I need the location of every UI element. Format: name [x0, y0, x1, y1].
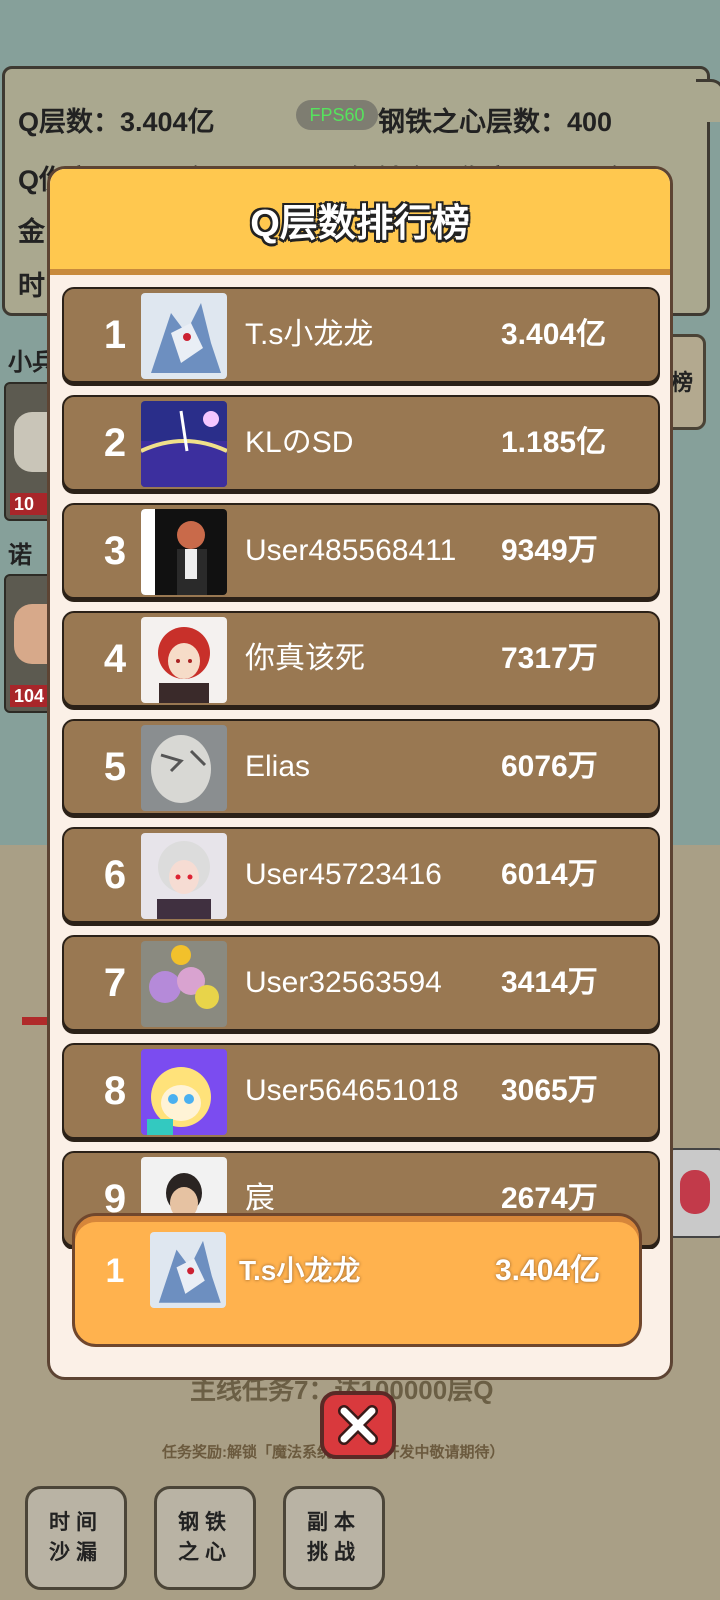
- player-name: User32563594: [245, 966, 442, 999]
- unit-label-2: 诺: [8, 542, 32, 569]
- my-player-name: T.s小龙龙: [239, 1255, 361, 1286]
- rank-number: 2: [103, 421, 127, 465]
- player-score: 9349万: [501, 534, 598, 567]
- leaderboard-row[interactable]: 4 你真该死 7317万: [62, 611, 660, 707]
- player-score: 3414万: [501, 966, 598, 999]
- rank-number: 5: [103, 745, 127, 789]
- my-player-score: 3.404亿: [495, 1254, 601, 1287]
- hourglass-button[interactable]: 时间 沙漏: [25, 1486, 127, 1590]
- my-rank-number: 1: [105, 1252, 125, 1290]
- leaderboard-row[interactable]: 1 T.s小龙龙 3.404亿: [62, 287, 660, 383]
- player-name: User564651018: [245, 1074, 459, 1107]
- avatar: [141, 941, 227, 1027]
- rank-number: 1: [103, 313, 127, 357]
- rank-number: 6: [103, 853, 127, 897]
- player-score: 3.404亿: [501, 318, 607, 351]
- unit-portrait-icon: [14, 412, 50, 472]
- player-score: 1.185亿: [501, 426, 607, 459]
- avatar: [141, 509, 227, 595]
- avatar: [141, 725, 227, 811]
- rank-number: 8: [103, 1069, 127, 1113]
- avatar: [141, 401, 227, 487]
- player-score: 6014万: [501, 858, 598, 891]
- q-layers-stat: Q层数：3.404亿: [18, 107, 215, 137]
- my-avatar: [150, 1232, 226, 1308]
- unit-portrait-icon: [14, 604, 50, 664]
- rank-number: 4: [103, 637, 127, 681]
- equipment-icon[interactable]: [668, 1148, 720, 1238]
- time-stat: 时: [18, 271, 45, 301]
- close-icon: [338, 1405, 378, 1445]
- close-button[interactable]: [320, 1391, 396, 1459]
- avatar: [141, 617, 227, 703]
- player-name: Elias: [245, 750, 311, 783]
- steel-heart-button[interactable]: 钢铁 之心: [154, 1486, 256, 1590]
- fps-counter: FPS60: [296, 100, 378, 130]
- player-score: 7317万: [501, 642, 598, 675]
- player-name: T.s小龙龙: [245, 318, 374, 351]
- leaderboard-side-button-label: 榜: [671, 370, 694, 395]
- modal-header: Q层数排行榜: [50, 169, 670, 275]
- leaderboard-row[interactable]: 8 User564651018 3065万: [62, 1043, 660, 1139]
- player-name: User45723416: [245, 858, 442, 891]
- avatar: [141, 293, 227, 379]
- player-score: 6076万: [501, 750, 598, 783]
- player-name: User485568411: [245, 534, 457, 567]
- leaderboard-row[interactable]: 2 KLのSD 1.185亿: [62, 395, 660, 491]
- avatar: [141, 1049, 227, 1135]
- dungeon-challenge-button[interactable]: 副本 挑战: [283, 1486, 385, 1590]
- player-name: KLのSD: [245, 426, 354, 459]
- leaderboard-row[interactable]: 3 User485568411 9349万: [62, 503, 660, 599]
- leaderboard-row[interactable]: 5 Elias 6076万: [62, 719, 660, 815]
- modal-title: Q层数排行榜: [250, 202, 470, 245]
- leaderboard-modal: Q层数排行榜 1 T.s小龙龙 3.404亿 2 KLのSD 1.185亿 3: [47, 166, 673, 1380]
- my-rank-row: 1 T.s小龙龙 3.404亿: [72, 1213, 642, 1347]
- player-score: 3065万: [501, 1074, 598, 1107]
- leaderboard-row[interactable]: 7 User32563594 3414万: [62, 935, 660, 1031]
- leaderboard-list[interactable]: 1 T.s小龙龙 3.404亿 2 KLのSD 1.185亿 3 User485…: [62, 287, 660, 1249]
- avatar: [141, 833, 227, 919]
- gold-stat: 金: [18, 217, 45, 247]
- rank-number: 7: [103, 961, 127, 1005]
- leaderboard-row[interactable]: 6 User45723416 6014万: [62, 827, 660, 923]
- rank-number: 3: [103, 529, 127, 573]
- steel-heart-layers-stat: 钢铁之心层数：400: [378, 107, 613, 137]
- player-name: 你真该死: [245, 642, 365, 675]
